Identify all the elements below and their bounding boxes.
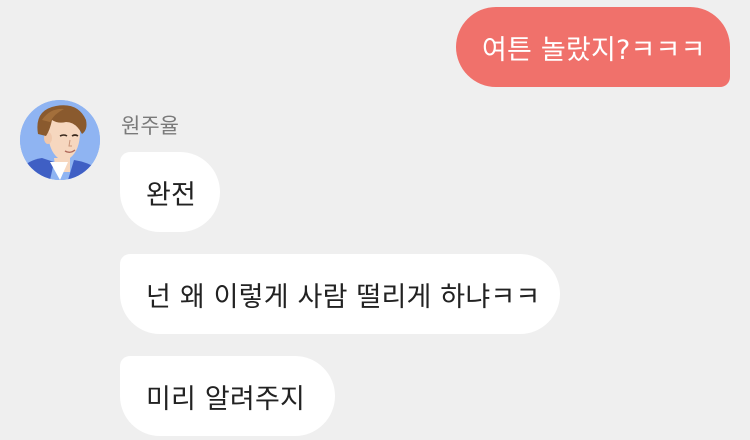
avatar-portrait-icon [20, 100, 100, 180]
incoming-message[interactable]: 넌 왜 이렇게 사람 떨리게 하냐ㅋㅋ [120, 254, 560, 334]
incoming-message[interactable]: 완전 [120, 152, 220, 232]
chat-area: 여튼 놀랐지?ㅋㅋㅋ 원주율 완전 넌 왜 이렇게 사람 떨리게 하냐ㅋㅋ 미리… [0, 0, 750, 440]
outgoing-message[interactable]: 여튼 놀랐지?ㅋㅋㅋ [456, 7, 730, 87]
incoming-message[interactable]: 미리 알려주지 [120, 356, 335, 436]
sender-name: 원주율 [121, 114, 179, 138]
avatar[interactable] [20, 100, 100, 180]
